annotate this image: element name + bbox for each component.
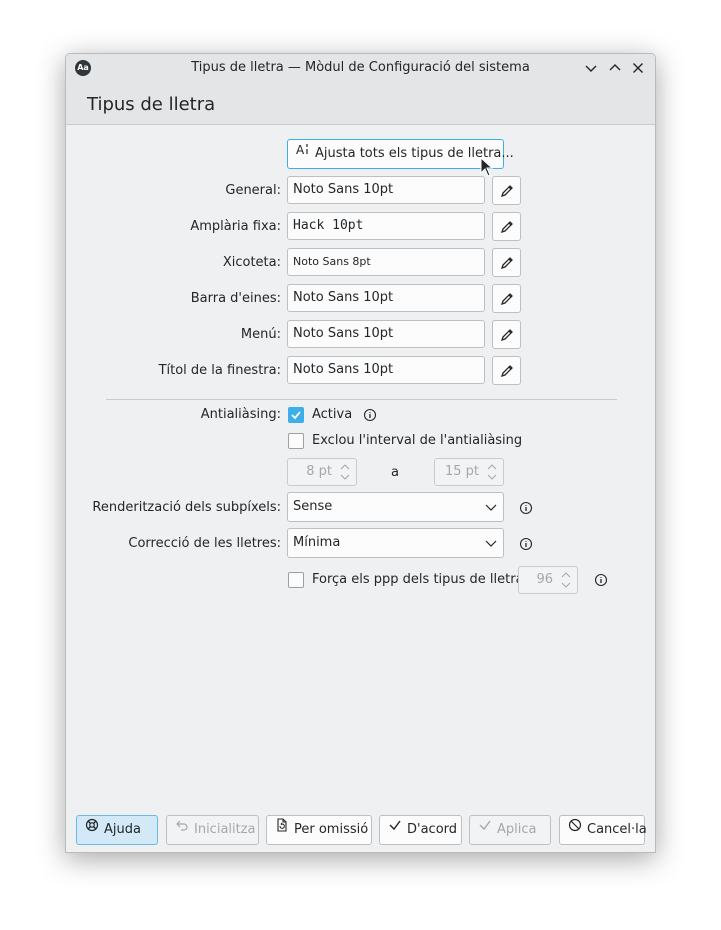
menu-font-label: Menú: bbox=[240, 327, 281, 342]
content-area: A Ajusta tots els tipus de lletra... Gen… bbox=[70, 125, 651, 808]
pencil-icon bbox=[500, 221, 513, 234]
pencil-icon bbox=[500, 329, 513, 342]
window-title-font-choose-button[interactable] bbox=[492, 356, 521, 385]
hinting-label: Correcció de les lletres: bbox=[128, 536, 281, 551]
general-font-label: General: bbox=[225, 183, 281, 198]
toolbar-font-choose-button[interactable] bbox=[492, 284, 521, 313]
info-icon[interactable] bbox=[519, 501, 533, 515]
page-header: Tipus de lletra bbox=[66, 82, 655, 125]
defaults-label: Per omissió bbox=[294, 822, 369, 837]
adjust-all-fonts-button[interactable]: A Ajusta tots els tipus de lletra... bbox=[287, 139, 514, 169]
chevron-down-icon bbox=[585, 65, 597, 72]
menu-font-field: Noto Sans 10pt bbox=[287, 320, 485, 348]
settings-window: Aa Tipus de lletra — Mòdul de Configurac… bbox=[65, 53, 656, 853]
pencil-icon bbox=[500, 185, 513, 198]
close-icon bbox=[633, 63, 643, 73]
small-font-field: Noto Sans 8pt bbox=[287, 248, 485, 276]
reset-label: Inicialitza bbox=[194, 822, 256, 837]
fixed-width-font-choose-button[interactable] bbox=[492, 212, 521, 241]
defaults-button[interactable]: Per omissió bbox=[266, 815, 372, 845]
maximize-button[interactable] bbox=[606, 59, 624, 77]
antialiasing-label: Antialiàsing: bbox=[200, 407, 281, 422]
apply-button[interactable]: Aplica bbox=[469, 815, 551, 845]
general-font-field: Noto Sans 10pt bbox=[287, 176, 485, 204]
window-title: Tipus de lletra — Mòdul de Configuració … bbox=[191, 60, 530, 75]
undo-icon bbox=[175, 815, 189, 843]
toolbar-font-field: Noto Sans 10pt bbox=[287, 284, 485, 312]
window-title-font-field: Noto Sans 10pt bbox=[287, 356, 485, 384]
checkmark-icon bbox=[478, 815, 492, 843]
antialiasing-enable-checkbox[interactable] bbox=[288, 407, 304, 423]
font-adjust-icon: A bbox=[296, 139, 310, 167]
pencil-icon bbox=[500, 365, 513, 378]
svg-text:A: A bbox=[296, 143, 305, 156]
checkmark-icon bbox=[388, 815, 402, 843]
pencil-icon bbox=[500, 293, 513, 306]
cancel-label: Cancel·la bbox=[587, 822, 647, 837]
checkmark-icon bbox=[291, 411, 301, 420]
info-icon[interactable] bbox=[519, 537, 533, 551]
range-to-label: a bbox=[391, 465, 399, 480]
toolbar-font-label: Barra d'eines: bbox=[190, 291, 281, 306]
exclude-range-checkbox[interactable] bbox=[288, 433, 304, 449]
chevron-down-icon bbox=[485, 504, 497, 511]
title-bar[interactable]: Aa Tipus de lletra — Mòdul de Configurac… bbox=[66, 54, 655, 82]
ok-button[interactable]: D'acord bbox=[379, 815, 462, 845]
window-title-font-label: Títol de la finestra: bbox=[158, 363, 281, 378]
fixed-width-font-field: Hack 10pt bbox=[287, 212, 485, 240]
section-divider bbox=[106, 399, 617, 400]
small-font-label: Xicoteta: bbox=[222, 255, 281, 270]
force-dpi-checkbox[interactable] bbox=[288, 572, 304, 588]
subpixel-label: Renderització dels subpíxels: bbox=[92, 500, 281, 515]
spin-arrows-icon bbox=[340, 464, 350, 480]
hinting-select[interactable]: Mínima bbox=[287, 528, 504, 558]
mouse-cursor-icon bbox=[480, 157, 494, 177]
document-revert-icon bbox=[275, 815, 289, 843]
page-title: Tipus de lletra bbox=[87, 94, 216, 115]
ok-label: D'acord bbox=[407, 822, 458, 837]
menu-font-choose-button[interactable] bbox=[492, 320, 521, 349]
lifebuoy-icon bbox=[85, 815, 99, 843]
pencil-icon bbox=[500, 257, 513, 270]
general-font-choose-button[interactable] bbox=[492, 176, 521, 205]
close-button[interactable] bbox=[629, 59, 647, 77]
spin-arrows-icon bbox=[487, 464, 497, 480]
exclude-to-spinbox[interactable]: 15 pt bbox=[434, 458, 504, 486]
small-font-choose-button[interactable] bbox=[492, 248, 521, 277]
help-button[interactable]: Ajuda bbox=[76, 815, 158, 845]
apply-label: Aplica bbox=[497, 822, 537, 837]
info-icon[interactable] bbox=[363, 408, 377, 422]
antialiasing-enable-label: Activa bbox=[312, 407, 353, 422]
fixed-width-font-label: Amplària fixa: bbox=[190, 219, 281, 234]
chevron-up-icon bbox=[609, 64, 621, 71]
exclude-range-label: Exclou l'interval de l'antialiàsing bbox=[312, 433, 523, 448]
force-dpi-spinbox[interactable]: 96 bbox=[518, 566, 578, 594]
chevron-down-icon bbox=[485, 540, 497, 547]
force-dpi-label: Força els ppp dels tipus de lletra: bbox=[312, 572, 528, 587]
spin-arrows-icon bbox=[561, 572, 571, 588]
minimize-button[interactable] bbox=[582, 59, 600, 77]
reset-button[interactable]: Inicialitza bbox=[166, 815, 259, 845]
info-icon[interactable] bbox=[594, 573, 608, 587]
cancel-icon bbox=[568, 815, 582, 843]
help-label: Ajuda bbox=[104, 822, 141, 837]
exclude-from-spinbox[interactable]: 8 pt bbox=[287, 458, 357, 486]
subpixel-select[interactable]: Sense bbox=[287, 492, 504, 522]
cancel-button[interactable]: Cancel·la bbox=[559, 815, 647, 845]
